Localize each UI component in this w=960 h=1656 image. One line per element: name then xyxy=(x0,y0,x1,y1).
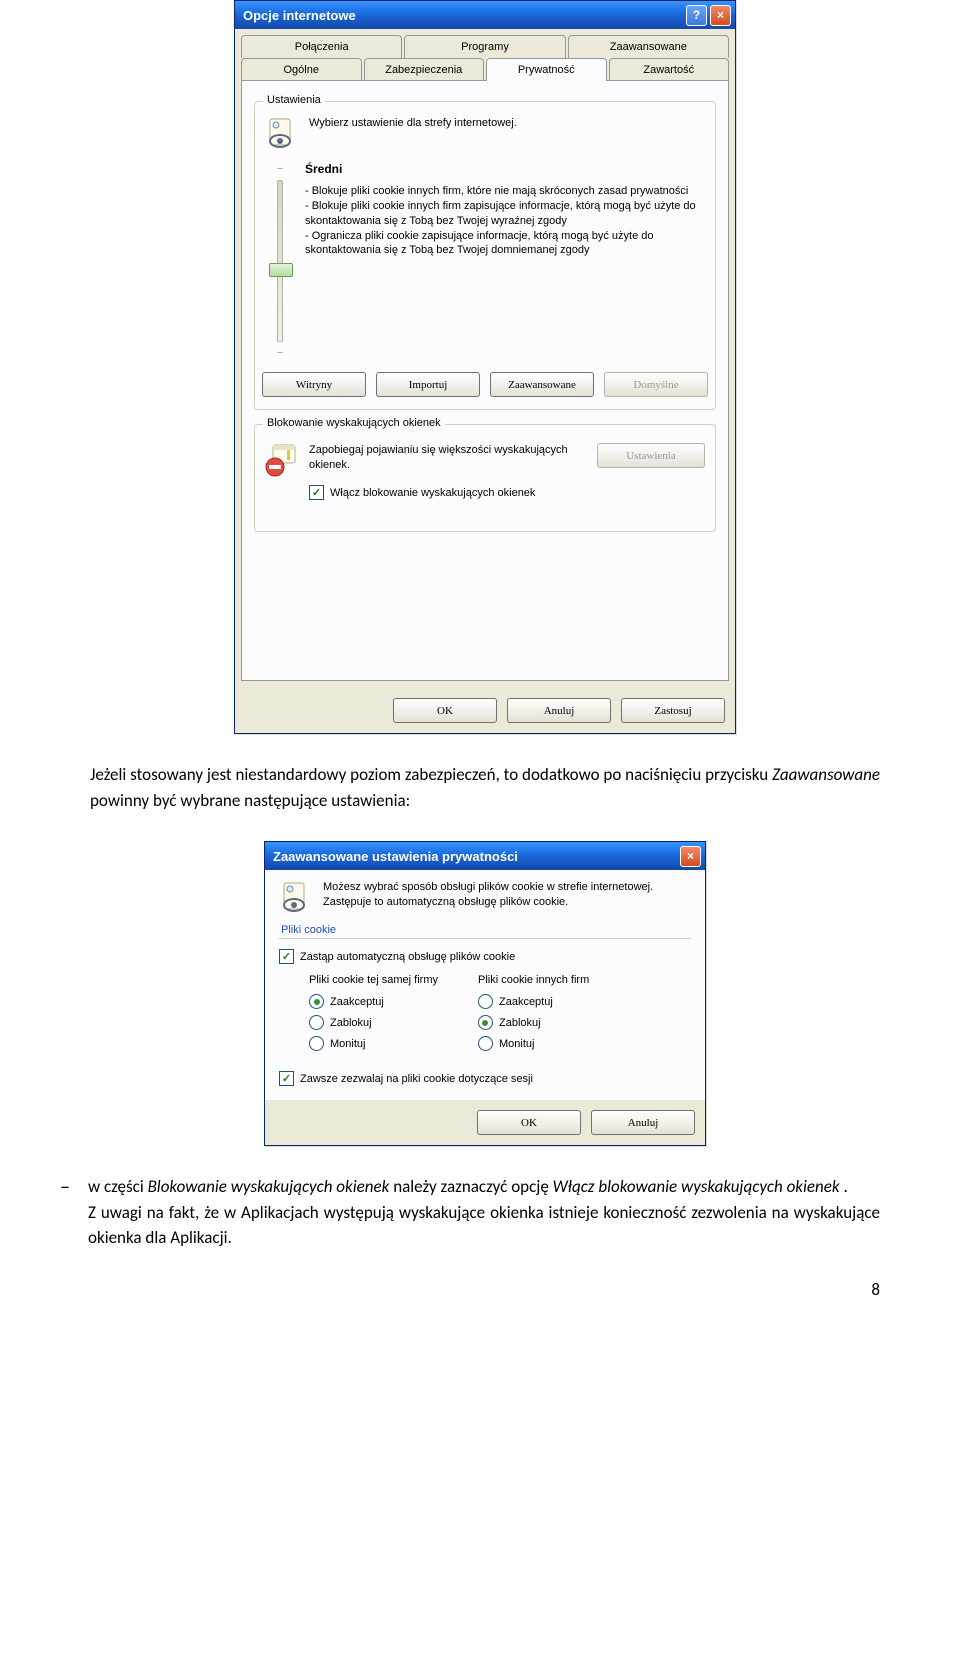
tab-security[interactable]: Zabezpieczenia xyxy=(364,58,485,81)
col1-title: Pliki cookie tej samej firmy xyxy=(309,974,438,986)
radio-icon[interactable] xyxy=(309,1036,324,1051)
radio-icon[interactable] xyxy=(478,994,493,1009)
fp-prompt[interactable]: Monituj xyxy=(309,1036,438,1051)
radio-icon[interactable] xyxy=(309,994,324,1009)
internet-options-dialog: Opcje internetowe ? × Połączenia Program… xyxy=(234,0,736,734)
tab-row-front: Ogólne Zabezpieczenia Prywatność Zawarto… xyxy=(241,58,729,81)
tp-accept[interactable]: Zaakceptuj xyxy=(478,994,589,1009)
settings-intro: Wybierz ustawienie dla strefy internetow… xyxy=(309,116,517,131)
ok-button[interactable]: OK xyxy=(477,1110,581,1135)
checkbox-icon[interactable]: ✓ xyxy=(309,485,324,500)
col2-title: Pliki cookie innych firm xyxy=(478,974,589,986)
doc-paragraph-1: Jeżeli stosowany jest niestandardowy poz… xyxy=(90,762,880,813)
close-icon[interactable]: × xyxy=(680,846,701,867)
dlg2-intro: Możesz wybrać sposób obsługi plików cook… xyxy=(323,880,691,910)
privacy-level-name: Średni xyxy=(305,162,705,176)
tab-connections[interactable]: Połączenia xyxy=(241,35,402,58)
privacy-slider[interactable]: – – xyxy=(265,160,295,358)
window-title-2: Zaawansowane ustawienia prywatności xyxy=(273,849,518,864)
radio-icon[interactable] xyxy=(478,1015,493,1030)
popup-group-label: Blokowanie wyskakujących okienek xyxy=(263,417,445,429)
settings-group-label: Ustawienia xyxy=(263,94,325,106)
tp-prompt[interactable]: Monituj xyxy=(478,1036,589,1051)
help-icon[interactable]: ? xyxy=(686,5,707,26)
privacy-level-line2: - Blokuje pliki cookie innych firm zapis… xyxy=(305,199,705,229)
settings-group: Ustawienia Wybierz ustawienie dla strefy… xyxy=(254,101,716,410)
privacy-icon xyxy=(279,880,313,914)
tab-content[interactable]: Zawartość xyxy=(609,58,730,81)
popup-enable-label: Włącz blokowanie wyskakujących okienek xyxy=(330,487,535,499)
radio-icon[interactable] xyxy=(309,1015,324,1030)
dialog-buttons: OK Anuluj Zastosuj xyxy=(235,688,735,733)
cancel-button[interactable]: Anuluj xyxy=(507,698,611,723)
tab-general[interactable]: Ogólne xyxy=(241,58,362,81)
override-row[interactable]: ✓ Zastąp automatyczną obsługę plików coo… xyxy=(279,949,691,964)
tab-advanced[interactable]: Zaawansowane xyxy=(568,35,729,58)
privacy-icon xyxy=(265,116,299,150)
section-cookies: Pliki cookie xyxy=(281,924,691,936)
privacy-level-line3: - Ogranicza pliki cookie zapisujące info… xyxy=(305,229,705,259)
first-party-col: Pliki cookie tej samej firmy Zaakceptuj … xyxy=(309,974,438,1057)
fp-block[interactable]: Zablokuj xyxy=(309,1015,438,1030)
apply-button[interactable]: Zastosuj xyxy=(621,698,725,723)
third-party-col: Pliki cookie innych firm Zaakceptuj Zabl… xyxy=(478,974,589,1057)
checkbox-icon[interactable]: ✓ xyxy=(279,1071,294,1086)
popup-group: Blokowanie wyskakujących okienek Zapobie… xyxy=(254,424,716,532)
tp-block[interactable]: Zablokuj xyxy=(478,1015,589,1030)
popup-desc: Zapobiegaj pojawianiu się większości wys… xyxy=(309,443,587,473)
titlebar-2[interactable]: Zaawansowane ustawienia prywatności × xyxy=(265,842,705,870)
popup-enable-row[interactable]: ✓ Włącz blokowanie wyskakujących okienek xyxy=(309,485,705,500)
doc-bullet-paragraph: – w części Blokowanie wyskakujących okie… xyxy=(60,1174,880,1251)
privacy-panel: Ustawienia Wybierz ustawienie dla strefy… xyxy=(241,80,729,681)
default-button: Domyślne xyxy=(604,372,708,397)
radio-icon[interactable] xyxy=(478,1036,493,1051)
cancel-button[interactable]: Anuluj xyxy=(591,1110,695,1135)
dash-bullet: – xyxy=(60,1174,70,1251)
fp-accept[interactable]: Zaakceptuj xyxy=(309,994,438,1009)
popup-settings-button: Ustawienia xyxy=(597,443,705,468)
privacy-level-line1: - Blokuje pliki cookie innych firm, któr… xyxy=(305,184,705,199)
close-icon[interactable]: × xyxy=(710,5,731,26)
page-number: 8 xyxy=(90,1279,880,1300)
tab-row-back: Połączenia Programy Zaawansowane xyxy=(241,35,729,58)
sites-button[interactable]: Witryny xyxy=(262,372,366,397)
ok-button[interactable]: OK xyxy=(393,698,497,723)
window-title: Opcje internetowe xyxy=(243,8,356,23)
titlebar[interactable]: Opcje internetowe ? × xyxy=(235,1,735,29)
checkbox-icon[interactable]: ✓ xyxy=(279,949,294,964)
advanced-button[interactable]: Zaawansowane xyxy=(490,372,594,397)
always-session-row[interactable]: ✓ Zawsze zezwalaj na pliki cookie dotycz… xyxy=(279,1071,691,1086)
tab-privacy[interactable]: Prywatność xyxy=(486,58,607,81)
tab-programs[interactable]: Programy xyxy=(404,35,565,58)
advanced-privacy-dialog: Zaawansowane ustawienia prywatności × Mo… xyxy=(264,841,706,1146)
dlg2-buttons: OK Anuluj xyxy=(265,1100,705,1145)
popup-block-icon xyxy=(265,443,299,477)
import-button[interactable]: Importuj xyxy=(376,372,480,397)
